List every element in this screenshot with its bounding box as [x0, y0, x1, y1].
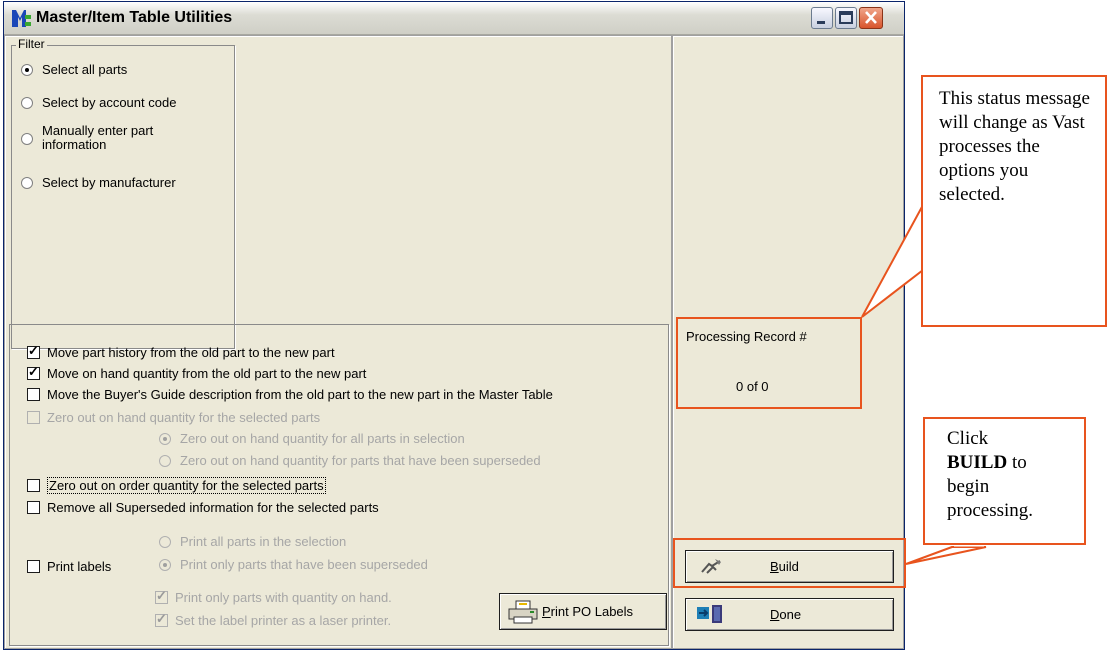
maximize-icon	[839, 11, 853, 24]
build-callout: Click BUILD to begin processing.	[923, 417, 1086, 545]
zero-on-order-option[interactable]: Zero out on order quantity for the selec…	[27, 477, 326, 494]
printer-icon	[508, 600, 538, 623]
print-all-option[interactable]: Print all parts in the selection	[159, 534, 346, 549]
checkbox-label: Zero out on hand quantity for the select…	[47, 410, 321, 425]
radio-button[interactable]	[21, 97, 33, 109]
close-icon	[865, 11, 877, 24]
minimize-button[interactable]	[811, 7, 833, 29]
checkbox-label: Move the Buyer's Guide description from …	[47, 387, 553, 402]
radio-label: Select by account code	[42, 95, 177, 110]
radio-label: Select by manufacturer	[42, 175, 176, 190]
title-bar[interactable]: Master/Item Table Utilities	[4, 2, 904, 35]
checkbox[interactable]	[27, 388, 40, 401]
zero-on-hand-superseded-option[interactable]: Zero out on hand quantity for parts that…	[159, 453, 541, 468]
processing-options-group: Move part history from the old part to t…	[9, 324, 669, 646]
checkbox-label: Set the label printer as a laser printer…	[175, 613, 392, 628]
filter-manual-entry[interactable]: Manually enter part information	[21, 124, 211, 152]
radio-label: Manually enter part information	[42, 123, 154, 152]
print-labels-option[interactable]: Print labels	[27, 559, 111, 574]
filter-group: Filter Select all parts Select by accoun…	[11, 37, 235, 349]
checkbox-label: Move part history from the old part to t…	[47, 345, 335, 360]
minimize-icon	[817, 21, 825, 24]
radio-button[interactable]	[159, 455, 171, 467]
radio-button[interactable]	[21, 64, 33, 76]
radio-button[interactable]	[159, 433, 171, 445]
window-title: Master/Item Table Utilities	[36, 9, 233, 26]
filter-legend: Filter	[16, 37, 47, 51]
checkbox[interactable]	[155, 611, 168, 627]
checkbox[interactable]	[27, 501, 40, 514]
checkbox-label: Move on hand quantity from the old part …	[47, 366, 367, 381]
print-po-labels-label: Print PO Labels	[542, 604, 634, 619]
radio-label: Select all parts	[42, 62, 128, 77]
checkbox-label: Print labels	[47, 559, 112, 574]
radio-button[interactable]	[21, 177, 33, 189]
checkbox[interactable]	[27, 411, 40, 424]
move-on-hand-option[interactable]: Move on hand quantity from the old part …	[27, 364, 367, 381]
radio-button[interactable]	[159, 536, 171, 548]
build-callout-prefix: Click	[947, 428, 989, 449]
radio-label: Print all parts in the selection	[180, 534, 347, 549]
checkbox-label: Remove all Superseded information for th…	[47, 500, 379, 515]
status-highlight-box	[676, 317, 862, 409]
checkbox[interactable]	[27, 560, 40, 573]
done-label: Done	[770, 607, 802, 622]
options-pane: Filter Select all parts Select by accoun…	[4, 35, 672, 649]
checkbox[interactable]	[27, 343, 40, 359]
done-button[interactable]: Done	[685, 598, 894, 631]
radio-button[interactable]	[159, 559, 171, 571]
print-superseded-option[interactable]: Print only parts that have been supersed…	[159, 557, 428, 572]
radio-label: Zero out on hand quantity for all parts …	[180, 431, 465, 446]
laser-printer-option[interactable]: Set the label printer as a laser printer…	[155, 611, 392, 628]
filter-select-all[interactable]: Select all parts	[21, 62, 127, 77]
maximize-button[interactable]	[835, 7, 857, 29]
print-with-qty-option[interactable]: Print only parts with quantity on hand.	[155, 588, 392, 605]
zero-on-hand-all-option[interactable]: Zero out on hand quantity for all parts …	[159, 431, 465, 446]
checkbox[interactable]	[27, 364, 40, 380]
radio-button[interactable]	[21, 133, 33, 145]
status-callout: This status message will change as Vast …	[921, 75, 1107, 327]
filter-by-account-code[interactable]: Select by account code	[21, 95, 176, 110]
exit-door-icon	[697, 604, 722, 623]
print-po-labels-button[interactable]: Print PO Labels	[499, 593, 667, 630]
radio-label: Print only parts that have been supersed…	[180, 557, 428, 572]
radio-label: Zero out on hand quantity for parts that…	[180, 453, 541, 468]
checkbox-label: Print only parts with quantity on hand.	[175, 590, 392, 605]
checkbox[interactable]	[155, 588, 168, 604]
close-button[interactable]	[859, 7, 883, 29]
build-callout-pointer	[905, 546, 987, 565]
checkbox[interactable]	[27, 479, 40, 492]
app-logo-icon	[12, 10, 31, 27]
remove-superseded-option[interactable]: Remove all Superseded information for th…	[27, 500, 379, 515]
move-buyers-guide-option[interactable]: Move the Buyer's Guide description from …	[27, 387, 553, 402]
zero-on-hand-option[interactable]: Zero out on hand quantity for the select…	[27, 410, 320, 425]
filter-by-manufacturer[interactable]: Select by manufacturer	[21, 175, 176, 190]
checkbox-label: Zero out on order quantity for the selec…	[47, 477, 326, 494]
build-callout-bold: BUILD	[947, 452, 1008, 473]
build-highlight-box	[673, 538, 906, 588]
status-callout-text: This status message will change as Vast …	[939, 88, 1090, 205]
move-history-option[interactable]: Move part history from the old part to t…	[27, 343, 335, 360]
